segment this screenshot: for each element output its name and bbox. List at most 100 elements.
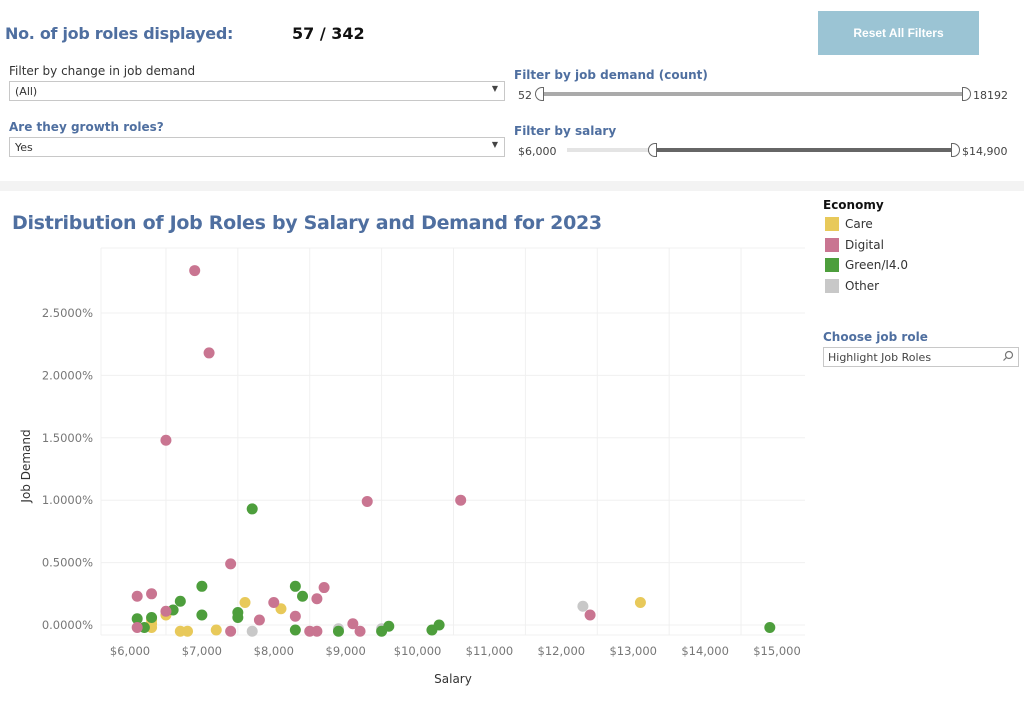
x-tick-label: $11,000 bbox=[466, 644, 514, 658]
data-point-digital bbox=[203, 347, 215, 359]
data-point-other bbox=[246, 625, 258, 637]
job-demand-max-value: 18192 bbox=[973, 89, 1008, 102]
data-point-care bbox=[634, 597, 646, 609]
data-point-care bbox=[182, 625, 194, 637]
y-tick-label: 2.5000% bbox=[42, 306, 93, 320]
data-point-digital bbox=[584, 609, 596, 621]
data-point-digital bbox=[253, 614, 265, 626]
change-demand-value: (All) bbox=[15, 85, 38, 98]
change-demand-select[interactable]: (All) ▼ bbox=[9, 81, 505, 101]
legend-swatch bbox=[825, 258, 839, 272]
job-demand-min-value: 52 bbox=[518, 89, 532, 102]
x-tick-label: $6,000 bbox=[110, 644, 150, 658]
data-point-green-i4-0 bbox=[764, 621, 776, 633]
chevron-down-icon: ▼ bbox=[491, 84, 498, 93]
y-axis-label: Job Demand bbox=[19, 429, 33, 503]
data-point-digital bbox=[146, 588, 158, 600]
data-point-green-i4-0 bbox=[174, 595, 186, 607]
data-point-digital bbox=[131, 621, 143, 633]
x-tick-label: $10,000 bbox=[394, 644, 442, 658]
x-tick-label: $9,000 bbox=[326, 644, 366, 658]
salary-slider-inactive-track[interactable] bbox=[567, 148, 653, 152]
y-tick-label: 0.5000% bbox=[42, 556, 93, 570]
y-axis-ticks: 0.0000% 0.5000% 1.0000% 1.5000% 2.0000% 2.500… bbox=[42, 306, 93, 632]
salary-max-handle[interactable] bbox=[951, 143, 960, 157]
x-tick-label: $7,000 bbox=[182, 644, 222, 658]
data-point-care bbox=[210, 624, 222, 636]
data-point-digital bbox=[160, 605, 172, 617]
legend-label: Digital bbox=[845, 237, 884, 252]
salary-min-value: $6,000 bbox=[518, 145, 557, 158]
data-point-digital bbox=[131, 590, 143, 602]
legend-item-digital[interactable]: Digital bbox=[825, 237, 884, 252]
legend-item-care[interactable]: Care bbox=[825, 217, 873, 231]
x-tick-label: $15,000 bbox=[753, 644, 801, 658]
y-tick-label: 1.0000% bbox=[42, 493, 93, 507]
job-demand-min-handle[interactable] bbox=[535, 87, 544, 101]
chart-grid bbox=[100, 247, 805, 636]
legend-item-green-i4-0[interactable]: Green/I4.0 bbox=[825, 258, 908, 272]
legend-title: Economy bbox=[823, 198, 884, 212]
data-point-digital bbox=[318, 582, 330, 594]
search-icon bbox=[1003, 350, 1014, 361]
reset-filters-button[interactable]: Reset All Filters bbox=[818, 11, 979, 55]
salary-max-value: $14,900 bbox=[962, 145, 1008, 158]
data-point-care bbox=[239, 597, 251, 609]
data-point-digital bbox=[160, 434, 172, 446]
scatter-chart[interactable]: 0.0000% 0.5000% 1.0000% 1.5000% 2.0000% 2.500… bbox=[0, 240, 810, 703]
data-point-green-i4-0 bbox=[297, 590, 309, 602]
data-point-green-i4-0 bbox=[383, 620, 395, 632]
growth-roles-filter-label: Are they growth roles? bbox=[9, 120, 164, 134]
chart-title: Distribution of Job Roles by Salary and … bbox=[12, 212, 602, 234]
legend-swatch bbox=[825, 237, 839, 252]
job-demand-count-filter-label: Filter by job demand (count) bbox=[514, 68, 708, 82]
data-point-green-i4-0 bbox=[196, 609, 208, 621]
data-point-digital bbox=[311, 593, 323, 605]
salary-min-handle[interactable] bbox=[648, 143, 657, 157]
x-tick-label: $13,000 bbox=[609, 644, 657, 658]
x-tick-label: $12,000 bbox=[538, 644, 586, 658]
data-point-green-i4-0 bbox=[232, 612, 244, 624]
section-divider bbox=[0, 181, 1024, 191]
job-role-search-placeholder: Highlight Job Roles bbox=[828, 351, 932, 364]
growth-roles-select[interactable]: Yes ▼ bbox=[9, 137, 505, 157]
y-tick-label: 1.5000% bbox=[42, 431, 93, 445]
legend-label: Green/I4.0 bbox=[845, 258, 909, 272]
change-demand-filter-label: Filter by change in job demand bbox=[9, 64, 196, 78]
data-point-green-i4-0 bbox=[289, 580, 301, 592]
x-axis-label: Salary bbox=[434, 672, 472, 686]
x-tick-label: $14,000 bbox=[681, 644, 729, 658]
roles-count-value: 57 / 342 bbox=[292, 24, 365, 43]
data-point-other bbox=[577, 600, 589, 612]
data-point-digital bbox=[289, 610, 301, 622]
data-point-digital bbox=[311, 625, 323, 637]
legend-swatch bbox=[825, 217, 839, 231]
data-point-digital bbox=[189, 265, 201, 277]
salary-slider-active-track[interactable] bbox=[653, 148, 953, 152]
growth-roles-value: Yes bbox=[15, 141, 33, 154]
y-tick-label: 0.0000% bbox=[42, 618, 93, 632]
roles-count-label: No. of job roles displayed: bbox=[5, 24, 234, 43]
legend-item-other[interactable]: Other bbox=[825, 278, 880, 293]
y-tick-label: 2.0000% bbox=[42, 368, 93, 382]
data-point-green-i4-0 bbox=[289, 624, 301, 636]
legend-label: Care bbox=[845, 217, 873, 231]
data-point-green-i4-0 bbox=[246, 503, 258, 515]
data-point-digital bbox=[225, 625, 237, 637]
data-point-digital bbox=[361, 495, 373, 507]
salary-filter-label: Filter by salary bbox=[514, 124, 617, 138]
data-point-green-i4-0 bbox=[332, 625, 344, 637]
chevron-down-icon: ▼ bbox=[491, 140, 498, 149]
job-demand-max-handle[interactable] bbox=[962, 87, 971, 101]
data-point-digital bbox=[225, 558, 237, 570]
job-role-search-input[interactable]: Highlight Job Roles bbox=[823, 347, 1019, 367]
legend-swatch bbox=[825, 278, 839, 293]
data-point-digital bbox=[354, 625, 366, 637]
data-point-digital bbox=[268, 597, 280, 609]
job-demand-slider-track[interactable] bbox=[540, 92, 966, 96]
x-axis-ticks: $6,000 $7,000 $8,000 $9,000 $10,000 $11,000 $1… bbox=[110, 644, 801, 658]
x-tick-label: $8,000 bbox=[254, 644, 294, 658]
legend-label: Other bbox=[845, 278, 880, 293]
data-point-digital bbox=[455, 494, 467, 506]
data-point-green-i4-0 bbox=[433, 619, 445, 631]
